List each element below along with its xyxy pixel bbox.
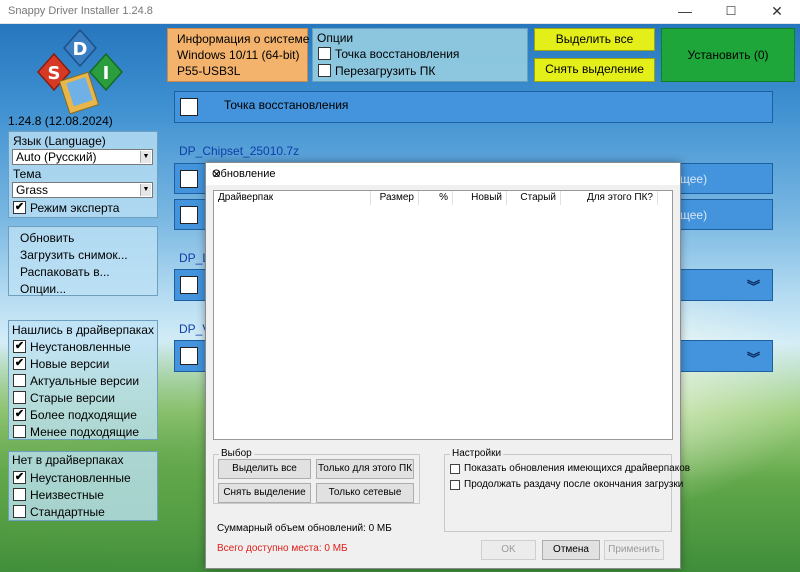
selection-group-title: Выбор (219, 448, 254, 459)
continue-seed-checkbox[interactable] (450, 480, 460, 490)
found-filter-checkbox[interactable]: ✔ (13, 357, 26, 370)
found-header: Нашлись в драйверпаках (12, 323, 154, 337)
apply-button[interactable]: Применить (604, 540, 664, 560)
chevron-down-icon: ▼ (140, 184, 151, 196)
theme-label: Тема (13, 167, 42, 181)
install-button[interactable]: Установить (0) (661, 28, 795, 82)
sysinfo-title: Информация о системе (177, 32, 310, 46)
found-filter-checkbox[interactable] (13, 374, 26, 387)
version-label: 1.24.8 (12.08.2024) (8, 114, 113, 128)
found-filter-label: Старые версии (30, 391, 116, 405)
dlg-deselect-button[interactable]: Снять выделение (218, 483, 311, 503)
language-select[interactable]: Auto (Русский) ▼ (12, 149, 153, 165)
dialog-title-bar: Обновление ✕ (206, 163, 680, 185)
settings-panel: Язык (Language) Auto (Русский) ▼ Тема Gra… (8, 131, 158, 218)
notfound-filter-label: Неустановленные (30, 471, 131, 485)
logo-letter-i: I (103, 63, 110, 84)
window-title: Snappy Driver Installer 1.24.8 (8, 5, 153, 17)
load-snapshot-link[interactable]: Загрузить снимок... (20, 248, 128, 262)
column-header-new[interactable]: Новый (453, 191, 507, 205)
sysinfo-board: P55-USB3L (177, 64, 241, 78)
driver-row-checkbox[interactable] (180, 276, 198, 294)
deselect-button[interactable]: Снять выделение (534, 58, 655, 82)
found-filter-label: Актуальные версии (30, 374, 140, 388)
title-bar: Snappy Driver Installer 1.24.8 — ☐ ✕ (0, 0, 800, 24)
notfound-filter-checkbox[interactable]: ✔ (13, 471, 26, 484)
options-title: Опции (317, 31, 354, 45)
driver-row-status: щее) (680, 208, 708, 222)
logo-letter-s: S (48, 63, 61, 84)
reboot-label: Перезагрузить ПК (335, 64, 436, 78)
found-filter-label: Более подходящие (30, 408, 137, 422)
notfound-filter-checkbox[interactable] (13, 505, 26, 518)
notfound-filter-label: Неизвестные (30, 488, 104, 502)
cancel-button[interactable]: Отмена (542, 540, 600, 560)
notfound-header: Нет в драйверпаках (12, 453, 124, 467)
driver-row-checkbox[interactable] (180, 206, 198, 224)
driver-row-status: щее) (680, 172, 708, 186)
found-filter-checkbox[interactable] (13, 425, 26, 438)
sysinfo-os: Windows 10/11 (64-bit) (177, 48, 300, 62)
restore-point-checkbox[interactable] (318, 47, 331, 60)
show-updates-label: Показать обновления имеющихся драйверпак… (464, 463, 691, 474)
found-filters-panel: Нашлись в драйверпаках ✔ Неустановленные ✔… (8, 320, 158, 440)
total-size-label: Суммарный объем обновлений: 0 МБ (217, 523, 392, 534)
actions-panel: Обновить Загрузить снимок... Распаковать… (8, 226, 158, 296)
show-updates-checkbox[interactable] (450, 464, 460, 474)
language-label: Язык (Language) (13, 134, 106, 148)
update-dialog: Обновление ✕ Драйверпак Размер % Новый С… (205, 162, 690, 569)
network-only-button[interactable]: Только сетевые (316, 483, 414, 503)
column-header-old[interactable]: Старый (507, 191, 561, 205)
column-header-for-this-pc[interactable]: Для этого ПК? (561, 191, 658, 205)
notfound-filter-checkbox[interactable] (13, 488, 26, 501)
this-pc-only-button[interactable]: Только для этого ПК (316, 459, 414, 479)
found-filter-label: Менее подходящие (30, 425, 140, 439)
settings-group-title: Настройки (450, 448, 504, 459)
ok-button[interactable]: OK (481, 540, 536, 560)
dlg-select-all-button[interactable]: Выделить все (218, 459, 311, 479)
theme-value: Grass (16, 183, 49, 197)
expand-chevron-icon[interactable]: ︾ (747, 348, 760, 367)
restore-row-label: Точка восстановления (224, 98, 349, 112)
driver-row-checkbox[interactable] (180, 347, 198, 365)
found-filter-checkbox[interactable]: ✔ (13, 408, 26, 421)
restore-point-row[interactable]: Точка восстановления (174, 91, 773, 123)
options-panel: Опции Точка восстановления Перезагрузить… (312, 28, 528, 82)
driverpack-list[interactable]: Драйверпак Размер % Новый Старый Для это… (213, 190, 673, 440)
column-header-percent[interactable]: % (419, 191, 453, 205)
theme-select[interactable]: Grass ▼ (12, 182, 153, 198)
found-filter-checkbox[interactable] (13, 391, 26, 404)
logo-letter-d: D (73, 39, 88, 60)
extract-link[interactable]: Распаковать в... (20, 265, 110, 279)
update-link[interactable]: Обновить (20, 231, 74, 245)
options-link[interactable]: Опции... (20, 282, 66, 296)
chevron-down-icon: ▼ (140, 151, 151, 163)
select-all-button[interactable]: Выделить все (534, 28, 655, 51)
dialog-close-icon[interactable]: ✕ (212, 168, 674, 181)
expert-mode-checkbox[interactable]: ✔ (13, 201, 26, 214)
maximize-button[interactable]: ☐ (708, 0, 754, 24)
minimize-button[interactable]: — (662, 0, 708, 24)
found-filter-label: Новые версии (30, 357, 110, 371)
found-filter-checkbox[interactable]: ✔ (13, 340, 26, 353)
restore-point-label: Точка восстановления (335, 47, 460, 61)
notfound-filters-panel: Нет в драйверпаках ✔ Неустановленные Неизв… (8, 451, 158, 521)
continue-seed-label: Продолжать раздачу после окончания загру… (464, 479, 684, 490)
found-filter-label: Неустановленные (30, 340, 131, 354)
free-space-label: Всего доступно места: 0 МБ (217, 543, 348, 554)
sdi-logo: D S I (30, 28, 130, 118)
driverpack-title: DP_Chipset_25010.7z (179, 144, 300, 158)
notfound-filter-label: Стандартные (30, 505, 105, 519)
column-header-size[interactable]: Размер (371, 191, 419, 205)
reboot-checkbox[interactable] (318, 64, 331, 77)
expert-mode-label: Режим эксперта (30, 201, 120, 215)
system-info-panel[interactable]: Информация о системе Windows 10/11 (64-b… (167, 28, 310, 82)
language-value: Auto (Русский) (16, 150, 97, 164)
restore-row-checkbox[interactable] (180, 98, 198, 116)
close-button[interactable]: ✕ (754, 0, 800, 24)
driver-row-checkbox[interactable] (180, 170, 198, 188)
expand-chevron-icon[interactable]: ︾ (747, 276, 760, 295)
column-header-driverpack[interactable]: Драйверпак (214, 191, 371, 205)
